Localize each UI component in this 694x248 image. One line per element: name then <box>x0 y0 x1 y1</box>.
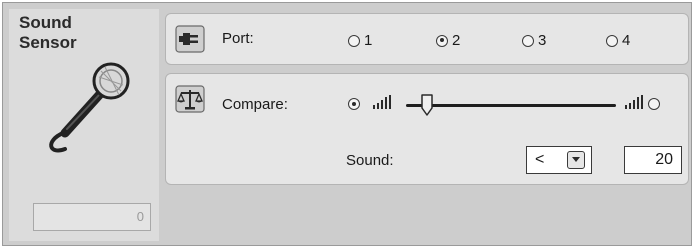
port-option-label: 3 <box>538 32 547 49</box>
microphone-icon <box>35 59 145 159</box>
port-option-label: 2 <box>452 32 461 49</box>
volume-low-bars-icon <box>372 94 392 110</box>
sensor-value-readout: 0 <box>33 203 151 231</box>
chevron-down-icon[interactable] <box>567 151 585 169</box>
port-label: Port: <box>222 30 254 47</box>
volume-high-bars-icon <box>624 94 644 110</box>
port-option-3[interactable]: 3 <box>522 32 546 49</box>
threshold-input[interactable]: 20 <box>624 146 682 174</box>
slider-thumb[interactable] <box>420 94 434 116</box>
compare-block: Compare: Sound: < 20 <box>165 73 689 185</box>
port-option-1[interactable]: 1 <box>348 32 372 49</box>
compare-high-radio[interactable] <box>648 98 660 110</box>
port-option-4[interactable]: 4 <box>606 32 630 49</box>
compare-low-radio[interactable] <box>348 98 360 110</box>
operator-value: < <box>535 151 545 168</box>
sound-label: Sound: <box>346 152 394 169</box>
sensor-block: Sound Sensor 0 <box>9 9 159 241</box>
port-option-label: 4 <box>622 32 631 49</box>
port-option-2[interactable]: 2 <box>436 32 460 49</box>
compare-label: Compare: <box>222 96 288 113</box>
port-radio-1[interactable] <box>348 34 360 47</box>
port-option-label: 1 <box>364 32 373 49</box>
operator-dropdown[interactable]: < <box>526 146 592 174</box>
compare-radio-low[interactable] <box>348 98 360 110</box>
port-plug-icon <box>174 24 206 54</box>
port-radio-4[interactable] <box>606 34 618 47</box>
sound-sensor-panel: Sound Sensor 0 Port: 1 2 3 4 Compare: So… <box>2 2 692 246</box>
compare-slider[interactable] <box>406 94 616 116</box>
block-title: Sound Sensor <box>19 13 77 52</box>
port-radio-2[interactable] <box>436 34 448 47</box>
port-row: Port: 1 2 3 4 <box>165 13 689 65</box>
compare-radio-high[interactable] <box>648 98 660 110</box>
port-radio-3[interactable] <box>522 34 534 47</box>
balance-scale-icon <box>174 84 206 114</box>
